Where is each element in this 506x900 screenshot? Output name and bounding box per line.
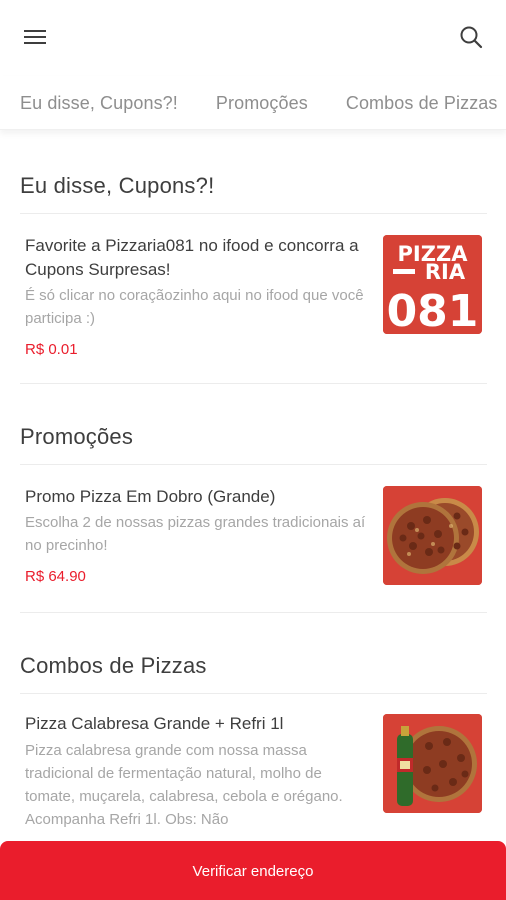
logo-text-081: 081 [387,286,479,334]
tab-promocoes[interactable]: Promoções [216,76,308,114]
pizzaria-logo-image: PIZZA RIA 081 [383,235,482,334]
top-bar [0,0,506,76]
double-pizza-image [383,486,482,585]
section-title-cupons: Eu disse, Cupons?! [20,173,215,198]
section-title-promocoes: Promoções [20,424,134,449]
section-title-combos: Combos de Pizzas [20,653,207,678]
item-price: R$ 64.90 [25,568,86,585]
category-tabs: Eu disse, Cupons?! Promoções Combos de Piz… [0,76,506,130]
tab-combos[interactable]: Combos de Pizzas [346,76,498,114]
combo-pizza-soda-image [383,714,482,813]
divider [20,612,487,613]
verify-address-button[interactable]: Verificar endereço [0,841,506,900]
divider [20,383,487,384]
logo-text-ria: RIA [425,260,466,284]
search-icon[interactable] [456,22,486,52]
item-price: R$ 0.01 [25,341,78,358]
menu-icon[interactable] [20,24,50,50]
menu-item-promo[interactable]: Promo Pizza Em Dobro (Grande) Escolha 2 … [0,464,506,612]
tab-cupons[interactable]: Eu disse, Cupons?! [20,76,178,114]
item-name: Promo Pizza Em Dobro (Grande) [25,487,276,506]
menu-item-cupons[interactable]: Favorite a Pizzaria081 no ifood e concor… [0,213,506,383]
item-name: Favorite a Pizzaria081 no ifood e concor… [25,236,359,279]
item-name: Pizza Calabresa Grande + Refri 1l [25,714,284,733]
item-description: Escolha 2 de nossas pizzas grandes tradi… [25,514,366,554]
item-description: Pizza calabresa grande com nossa massa t… [25,742,343,828]
item-description: É só clicar no coraçãozinho aqui no ifoo… [25,287,364,327]
